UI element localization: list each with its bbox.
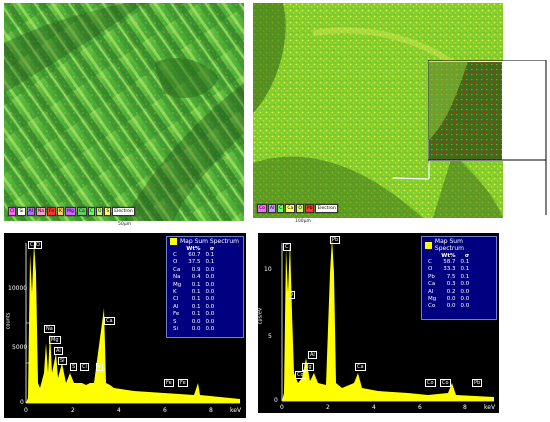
map-right-element-legend: Co Al C Ca O Pb Electron (256, 203, 339, 214)
map-left-element-legend: Cl Si Al Na Fe K Mg Ca C O S Electron (7, 206, 136, 217)
table-row: O 37.5 0.1 (173, 259, 215, 266)
table-row: Al 0.2 0.0 (428, 288, 470, 295)
legend-chip-electron: Electron (112, 207, 135, 216)
x-axis-unit: keV (230, 407, 242, 414)
y-tick-label: 10 (264, 266, 272, 273)
table-row: C 58.7 0.1 (428, 259, 470, 265)
legend-chip: Al (267, 204, 277, 213)
table-row: C 60.7 0.1 (173, 252, 215, 258)
peak-label: C (283, 243, 291, 251)
legend-chip: Cl (8, 207, 17, 216)
y-tick-label: 0 (274, 397, 278, 404)
peak-label: Ca (104, 317, 115, 325)
peak-label: Co (295, 371, 306, 379)
peak-label: Pb (330, 236, 341, 244)
peak-label: Co (425, 379, 436, 387)
table-row: K 0.1 0.0 (173, 289, 215, 296)
spectrum-right-composition-table: Map Sum Spectrum Wt% σ C 58.7 0.1 O 33.3 0.1 … (421, 236, 497, 320)
x-tick-label: 0 (24, 407, 28, 414)
table-row: S 0.0 0.0 (173, 318, 215, 325)
table-row: Si 0.0 0.0 (173, 326, 215, 333)
y-axis-label: counts (5, 312, 12, 330)
series-swatch (425, 241, 432, 249)
table-row: Mg 0.1 0.0 (173, 281, 215, 288)
table-row: Mg 0.0 0.0 (428, 296, 470, 303)
map-left-scale-bar: 50μm (118, 222, 131, 227)
peak-label: Fe (164, 379, 174, 387)
legend-chip: O (95, 207, 104, 216)
spectrum-left: 10000 5000 0 counts 0 2 4 6 8 keV C O Na… (4, 233, 246, 418)
wt-table: Wt% σ C 60.7 0.1 O 37.5 0.1 Ca 0.9 0.0 Na 0.4 0.0… (173, 246, 219, 333)
spectrum-title: Map Sum Spectrum (180, 238, 240, 245)
x-tick-label: 0 (280, 404, 284, 411)
legend-chip: Na (35, 207, 46, 216)
spectrum-right: 10 5 0 cps/eV 0 2 4 6 8 keV Pb C O Co Al… (257, 233, 499, 413)
legend-chip: Si (17, 207, 26, 216)
table-row: Fe 0.1 0.0 (173, 311, 215, 318)
table-row: Na 0.4 0.0 (173, 274, 215, 281)
table-row: O 33.3 0.1 (428, 266, 470, 273)
peak-label: Al (308, 351, 317, 359)
spectrum-left-composition-table: Map Sum Spectrum Wt% σ C 60.7 0.1 O 37.5 0.1 … (166, 236, 244, 338)
peak-label: S (70, 363, 78, 371)
legend-chip: Co (257, 204, 267, 213)
x-tick-label: 8 (463, 404, 467, 411)
table-row: Pb 7.5 0.1 (428, 273, 470, 280)
wt-table: Wt% σ C 58.7 0.1 O 33.3 0.1 Pb 7.5 0.1 Ca 0.3 0.0… (428, 253, 474, 311)
x-tick-label: 2 (326, 404, 330, 411)
y-tick-label: 5000 (12, 344, 28, 351)
x-tick-label: 6 (163, 407, 167, 414)
y-tick-label: 5 (268, 333, 272, 340)
legend-chip-electron: Electron (315, 204, 338, 213)
spectrum-title: Map Sum Spectrum (434, 238, 464, 252)
zoom-callout-outline (428, 60, 547, 215)
y-tick-label: 0 (20, 399, 24, 406)
x-tick-label: 4 (117, 407, 121, 414)
x-tick-label: 6 (418, 404, 422, 411)
x-tick-label: 8 (209, 407, 213, 414)
legend-chip: S (104, 207, 112, 216)
series-swatch (170, 238, 177, 245)
map-right-scale-bar: 100μm (295, 219, 311, 224)
eds-map-left: Cl Si Al Na Fe K Mg Ca C O S Electron (4, 3, 244, 221)
legend-chip: C (277, 204, 285, 213)
y-tick-label: 10000 (8, 285, 28, 292)
legend-chip: Fe (46, 207, 57, 216)
peak-label: K (96, 363, 104, 371)
legend-chip: Al (26, 207, 35, 216)
legend-chip: Pb (304, 204, 315, 213)
legend-chip: C (87, 207, 95, 216)
x-tick-label: 2 (71, 407, 75, 414)
table-row: Al 0.1 0.0 (173, 303, 215, 310)
x-tick-label: 4 (372, 404, 376, 411)
peak-label: Mg (302, 363, 314, 371)
x-axis-unit: keV (484, 404, 496, 411)
y-axis-label: cps/eV (257, 307, 264, 325)
eds-map-left-image (4, 3, 244, 221)
peak-label: Na (44, 325, 55, 333)
legend-chip: K (57, 207, 65, 216)
peak-label: Ca (355, 363, 366, 371)
peak-label: Cl (80, 363, 89, 371)
table-row: Cl 0.1 0.0 (173, 296, 215, 303)
legend-chip: O (296, 204, 304, 213)
legend-chip: Ca (76, 207, 87, 216)
peak-label: Mg (49, 336, 61, 344)
table-row: Co 0.0 0.0 (428, 303, 470, 310)
peak-label: O (34, 241, 42, 249)
peak-label: Pb (472, 379, 483, 387)
peak-label: O (287, 291, 295, 299)
legend-chip: Mg (65, 207, 76, 216)
peak-label: Si (58, 357, 67, 365)
legend-chip: Ca (285, 204, 296, 213)
table-row: Ca 0.9 0.0 (173, 266, 215, 273)
table-row: Ca 0.3 0.0 (428, 281, 470, 288)
peak-label: Co (440, 379, 451, 387)
peak-label: Fe (178, 379, 188, 387)
peak-label: Al (54, 347, 63, 355)
